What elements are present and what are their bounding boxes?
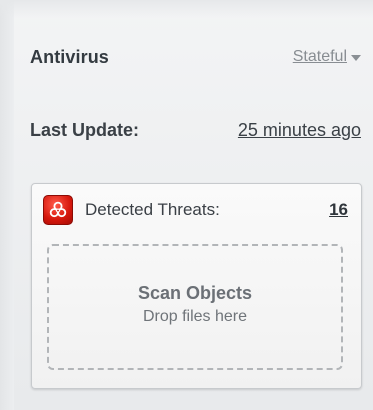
detected-threats-row: Detected Threats: 16 [43,195,348,225]
drop-files-hint: Drop files here [142,307,248,325]
antivirus-panel: Antivirus Stateful Last Update: 25 minut… [0,0,373,410]
detected-threats-count[interactable]: 16 [329,200,348,220]
biohazard-icon [43,195,73,225]
state-dropdown-label[interactable]: Stateful [293,48,347,66]
panel-top-shadow [0,0,373,18]
state-dropdown[interactable]: Stateful [293,48,361,66]
biohazard-glyph [49,201,67,218]
last-update-label: Last Update: [30,119,140,140]
last-update-row: Last Update: 25 minutes ago [30,117,361,143]
antivirus-header: Antivirus Stateful [30,44,361,70]
panel-edge [0,0,14,410]
last-update-link[interactable]: 25 minutes ago [238,120,361,141]
threats-card: Detected Threats: 16 Scan Objects Drop f… [31,183,362,389]
chevron-down-icon[interactable] [351,55,361,61]
detected-threats-label: Detected Threats: [85,200,220,219]
scan-objects-title: Scan Objects [137,282,253,303]
antivirus-title: Antivirus [30,46,109,67]
scan-drop-zone[interactable]: Scan Objects Drop files here [47,244,343,370]
